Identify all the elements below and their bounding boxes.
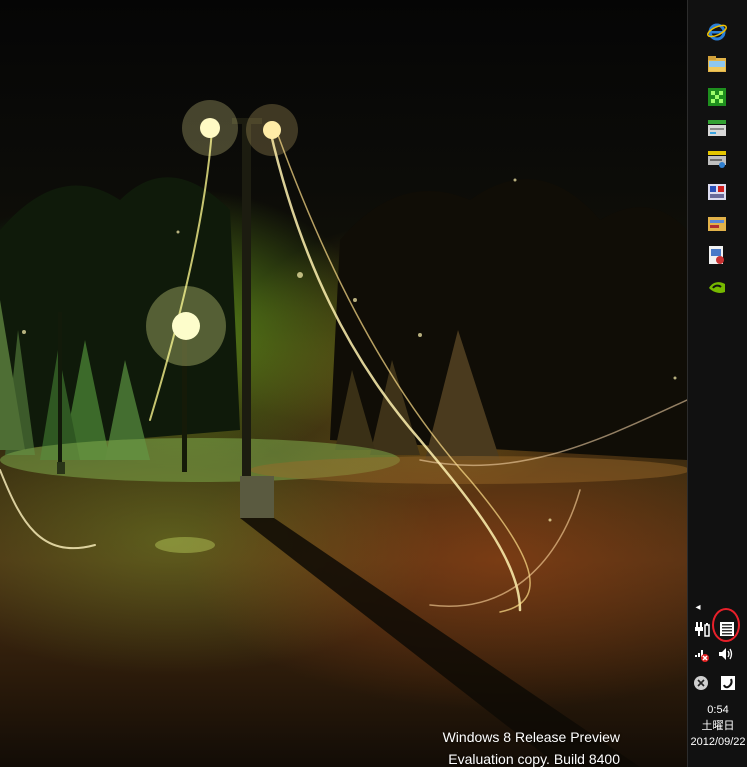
- watermark-line-1: Windows 8 Release Preview: [442, 729, 620, 745]
- internet-explorer-icon[interactable]: [706, 20, 728, 42]
- app-tray-icon[interactable]: [719, 674, 737, 692]
- file-explorer-icon[interactable]: [706, 53, 728, 75]
- taskbar: ◂ 0:54 土曜日 2012/09/22: [687, 0, 747, 767]
- close-circle-icon[interactable]: [692, 674, 710, 692]
- clock-time: 0:54: [707, 704, 729, 716]
- nvidia-icon[interactable]: [706, 276, 728, 298]
- clock-date: 2012/09/22: [690, 736, 746, 748]
- wallpaper-scene: [0, 100, 687, 767]
- media-app-icon[interactable]: [706, 244, 728, 266]
- desktop-wallpaper: Windows 8 Release Preview Evaluation cop…: [0, 0, 687, 767]
- show-hidden-icons-arrow[interactable]: ◂: [692, 598, 704, 616]
- power-plug-icon[interactable]: [693, 620, 711, 638]
- network-drive-icon[interactable]: [706, 148, 728, 170]
- drive-app-icon[interactable]: [706, 117, 728, 139]
- watermark-line-2: Evaluation copy. Build 8400: [448, 751, 620, 767]
- green-app-icon[interactable]: [706, 86, 728, 108]
- network-icon[interactable]: [693, 645, 711, 663]
- red-highlight-circle: [712, 608, 740, 642]
- clock-weekday: 土曜日: [701, 720, 735, 732]
- snow-glow-right: [250, 456, 687, 484]
- windows-evaluation-watermark: Windows 8 Release Preview Evaluation cop…: [443, 726, 620, 767]
- tools-app-icon[interactable]: [706, 213, 728, 235]
- utility-app-icon[interactable]: [706, 181, 728, 203]
- road-reflection: [155, 537, 215, 553]
- volume-icon[interactable]: [717, 645, 735, 663]
- system-clock[interactable]: 0:54 土曜日 2012/09/22: [688, 702, 747, 750]
